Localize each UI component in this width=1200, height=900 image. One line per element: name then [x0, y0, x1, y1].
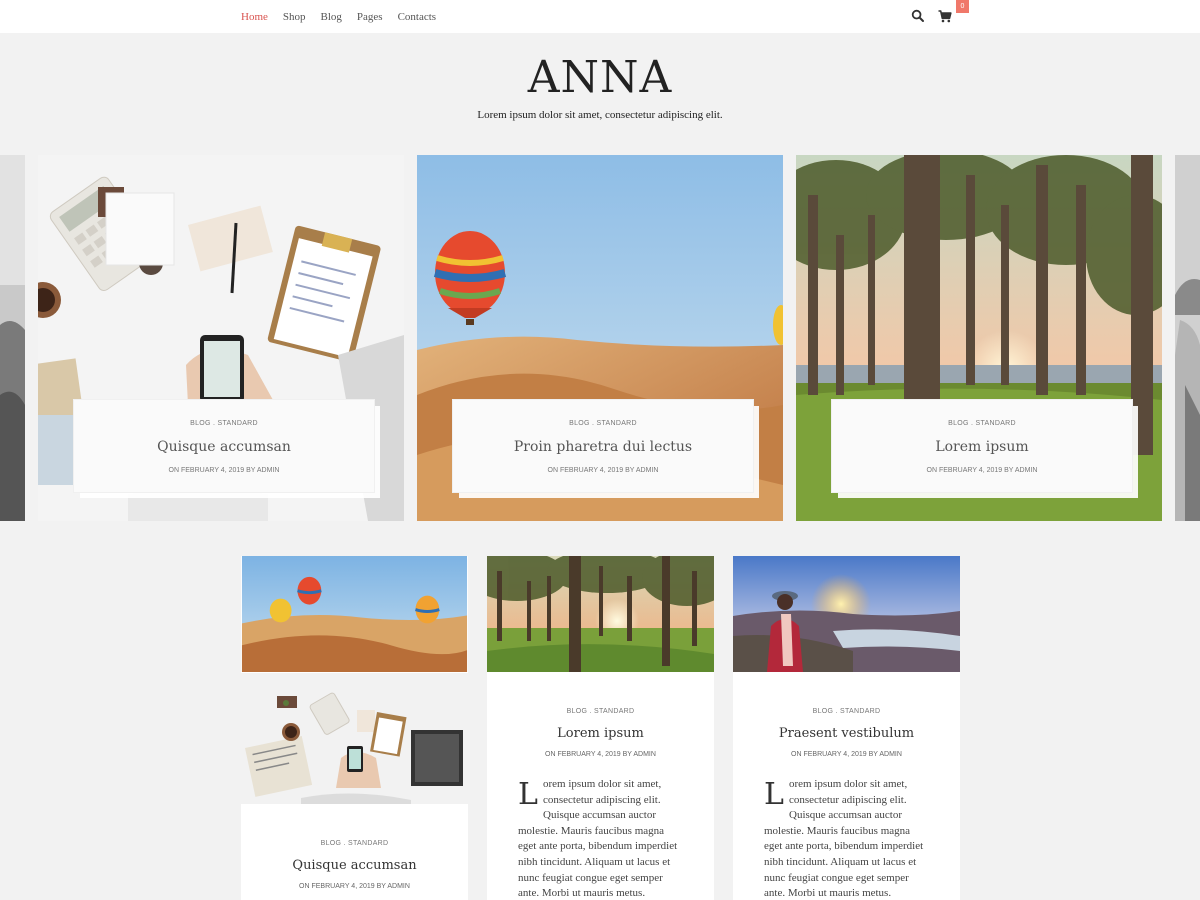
post-card-lorem: BLOG . STANDARD Lorem ipsum ON FEBRUARY … — [487, 556, 714, 900]
excerpt-line: ante. Morbi ut mauris metus. — [764, 887, 892, 900]
post-excerpt: orem ipsum dolor sit amet, consectetur a… — [518, 777, 693, 900]
category-blog-link[interactable]: BLOG — [567, 708, 588, 715]
post-title[interactable]: Quisque accumsan — [241, 858, 468, 873]
post-excerpt: orem ipsum dolor sit amet, consectetur a… — [764, 777, 939, 900]
post-card-praesent: BLOG . STANDARD Praesent vestibulum ON F… — [733, 556, 960, 900]
menu-item-contacts[interactable]: Contacts — [398, 11, 437, 23]
excerpt-line: nibh tincidunt. Aliquam ut lacus et — [518, 855, 671, 868]
post-card-quisque: BLOG . STANDARD Quisque accumsan ON FEBR… — [241, 688, 468, 900]
site-logo[interactable]: ANNA — [0, 52, 1200, 103]
post-category: BLOG . STANDARD — [320, 840, 389, 847]
category-standard-link[interactable]: STANDARD — [218, 420, 258, 427]
category-blog-link[interactable]: BLOG — [569, 420, 590, 427]
menu-item-blog[interactable]: Blog — [321, 11, 342, 23]
slide-1-caption: BLOG . STANDARD Quisque accumsan ON FEBR… — [74, 400, 374, 492]
category-standard-link[interactable]: STANDARD — [840, 708, 880, 715]
category-blog-link[interactable]: BLOG — [813, 708, 834, 715]
excerpt-line: eget ante porta, bibendum imperdiet — [764, 840, 924, 853]
post-title[interactable]: Proin pharetra dui lectus — [453, 439, 753, 455]
site-tagline: Lorem ipsum dolor sit amet, consectetur … — [477, 109, 723, 121]
post-category: BLOG . STANDARD — [190, 420, 258, 427]
category-blog-link[interactable]: BLOG — [190, 420, 211, 427]
post-title[interactable]: Quisque accumsan — [74, 439, 374, 455]
menu-item-home[interactable]: Home — [241, 11, 268, 23]
post-card-balloons[interactable] — [241, 556, 468, 673]
excerpt-line: molestie. Mauris faucibus magna — [518, 824, 665, 837]
category-blog-link[interactable]: BLOG — [321, 840, 342, 847]
post-category: BLOG . STANDARD — [812, 708, 881, 715]
menu-item-pages[interactable]: Pages — [357, 11, 383, 23]
category-standard-link[interactable]: STANDARD — [597, 420, 637, 427]
category-blog-link[interactable]: BLOG — [948, 420, 969, 427]
post-title[interactable]: Lorem ipsum — [487, 726, 714, 741]
main-menu: Home Shop Blog Pages Contacts — [241, 0, 451, 33]
post-meta: ON FEBRUARY 4, 2019 BY ADMIN — [791, 751, 902, 758]
post-thumbnail[interactable] — [487, 556, 714, 672]
top-navbar: Home Shop Blog Pages Contacts 0 — [0, 0, 1200, 33]
slider-prev-image[interactable] — [0, 155, 25, 521]
category-standard-link[interactable]: STANDARD — [594, 708, 634, 715]
post-category: BLOG . STANDARD — [566, 708, 635, 715]
post-category: BLOG . STANDARD — [948, 420, 1016, 427]
post-meta: ON FEBRUARY 4, 2019 BY ADMIN — [545, 751, 656, 758]
cart-count-badge: 0 — [956, 0, 969, 13]
category-standard-link[interactable]: STANDARD — [348, 840, 388, 847]
post-title[interactable]: Praesent vestibulum — [733, 726, 960, 741]
post-thumbnail[interactable] — [733, 556, 960, 672]
menu-item-shop[interactable]: Shop — [283, 11, 306, 23]
excerpt-line: ante. Morbi ut mauris metus. — [518, 887, 646, 900]
search-icon[interactable] — [911, 9, 925, 23]
post-title[interactable]: Lorem ipsum — [832, 439, 1132, 455]
excerpt-line: orem ipsum dolor sit amet, — [543, 778, 662, 790]
post-thumbnail[interactable] — [241, 556, 468, 672]
excerpt-line: nibh tincidunt. Aliquam ut lacus et — [764, 855, 917, 868]
post-meta: ON FEBRUARY 4, 2019 BY ADMIN — [547, 467, 659, 474]
excerpt-line: eget ante porta, bibendum imperdiet — [518, 840, 678, 853]
post-thumbnail[interactable] — [241, 688, 468, 804]
excerpt-line: Quisque accumsan auctor — [789, 809, 903, 822]
post-category: BLOG . STANDARD — [569, 420, 637, 427]
post-meta: ON FEBRUARY 4, 2019 BY ADMIN — [168, 467, 280, 474]
excerpt-line: consectetur adipiscing elit. — [543, 793, 661, 806]
post-meta: ON FEBRUARY 4, 2019 BY ADMIN — [299, 883, 410, 890]
category-standard-link[interactable]: STANDARD — [976, 420, 1016, 427]
excerpt-line: orem ipsum dolor sit amet, — [789, 778, 908, 790]
excerpt-line: nunc feugiat congue eget semper — [518, 871, 663, 884]
cart-icon[interactable] — [938, 10, 952, 23]
excerpt-line: Quisque accumsan auctor — [543, 809, 657, 822]
excerpt-line: consectetur adipiscing elit. — [789, 793, 907, 806]
slider-next-image[interactable] — [1175, 155, 1200, 521]
slide-2-caption: BLOG . STANDARD Proin pharetra dui lectu… — [453, 400, 753, 492]
slide-3-caption: BLOG . STANDARD Lorem ipsum ON FEBRUARY … — [832, 400, 1132, 492]
excerpt-line: nunc feugiat congue eget semper — [764, 871, 909, 884]
post-meta: ON FEBRUARY 4, 2019 BY ADMIN — [926, 467, 1038, 474]
excerpt-line: molestie. Mauris faucibus magna — [764, 824, 911, 837]
